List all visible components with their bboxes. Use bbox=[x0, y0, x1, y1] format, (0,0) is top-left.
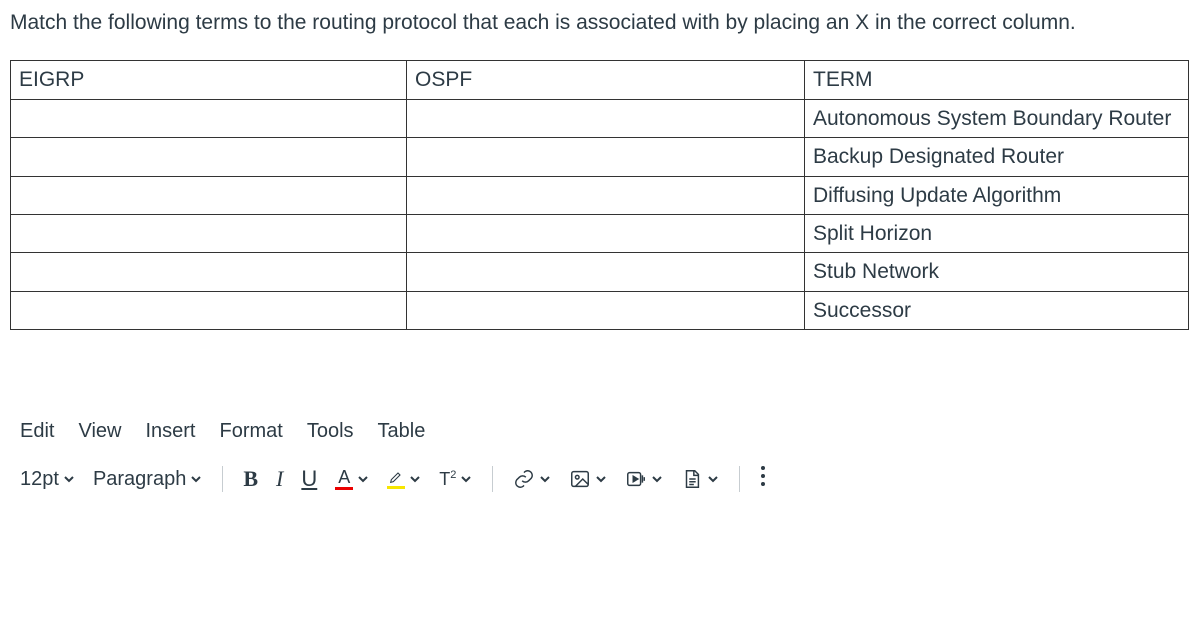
terms-table: EIGRP OSPF TERM Autonomous System Bounda… bbox=[10, 60, 1189, 330]
menu-insert[interactable]: Insert bbox=[145, 420, 195, 443]
cell-term: Diffusing Update Algorithm bbox=[805, 176, 1189, 214]
toolbar-separator bbox=[739, 466, 740, 492]
question-text: Match the following terms to the routing… bbox=[10, 8, 1190, 38]
chevron-down-icon bbox=[707, 473, 719, 485]
chevron-down-icon bbox=[460, 473, 472, 485]
menu-tools[interactable]: Tools bbox=[307, 420, 354, 443]
font-size-select[interactable]: 12pt bbox=[20, 466, 75, 492]
chevron-down-icon bbox=[357, 473, 369, 485]
toolbar-separator bbox=[222, 466, 223, 492]
menu-table[interactable]: Table bbox=[378, 420, 426, 443]
table-row: Successor bbox=[11, 291, 1189, 329]
document-icon bbox=[681, 468, 703, 490]
chevron-down-icon bbox=[651, 473, 663, 485]
chevron-down-icon bbox=[595, 473, 607, 485]
rich-text-editor: Edit View Insert Format Tools Table 12pt… bbox=[10, 420, 1190, 493]
cell-term: Split Horizon bbox=[805, 215, 1189, 253]
cell-eigrp[interactable] bbox=[11, 176, 407, 214]
media-icon bbox=[625, 468, 647, 490]
editor-menubar: Edit View Insert Format Tools Table bbox=[20, 420, 1190, 443]
image-icon bbox=[569, 468, 591, 490]
highlighter-icon bbox=[388, 469, 404, 485]
chevron-down-icon bbox=[63, 473, 75, 485]
highlight-color-button[interactable] bbox=[387, 466, 421, 492]
cell-term: Backup Designated Router bbox=[805, 138, 1189, 176]
chevron-down-icon bbox=[409, 473, 421, 485]
italic-button[interactable]: I bbox=[276, 466, 283, 492]
chevron-down-icon bbox=[190, 473, 202, 485]
toolbar-separator bbox=[492, 466, 493, 492]
cell-eigrp[interactable] bbox=[11, 291, 407, 329]
cell-term: Stub Network bbox=[805, 253, 1189, 291]
superscript-button[interactable]: T2 bbox=[439, 466, 472, 492]
more-options-button[interactable] bbox=[760, 465, 766, 493]
menu-edit[interactable]: Edit bbox=[20, 420, 54, 443]
menu-view[interactable]: View bbox=[78, 420, 121, 443]
editor-toolbar: 12pt Paragraph B I U A bbox=[20, 465, 1190, 493]
table-row: Autonomous System Boundary Router bbox=[11, 99, 1189, 137]
table-header-row: EIGRP OSPF TERM bbox=[11, 61, 1189, 99]
link-button[interactable] bbox=[513, 466, 551, 492]
header-term: TERM bbox=[805, 61, 1189, 99]
cell-ospf[interactable] bbox=[407, 99, 805, 137]
more-vertical-icon bbox=[760, 465, 766, 493]
text-color-letter: A bbox=[338, 468, 350, 486]
header-ospf: OSPF bbox=[407, 61, 805, 99]
highlight-color-bar bbox=[387, 486, 405, 489]
block-format-label: Paragraph bbox=[93, 468, 186, 491]
chevron-down-icon bbox=[539, 473, 551, 485]
table-row: Stub Network bbox=[11, 253, 1189, 291]
header-eigrp: EIGRP bbox=[11, 61, 407, 99]
cell-eigrp[interactable] bbox=[11, 99, 407, 137]
link-icon bbox=[513, 468, 535, 490]
menu-format[interactable]: Format bbox=[220, 420, 283, 443]
cell-ospf[interactable] bbox=[407, 176, 805, 214]
table-row: Backup Designated Router bbox=[11, 138, 1189, 176]
superscript-base: T bbox=[439, 469, 450, 490]
text-color-bar bbox=[335, 487, 353, 490]
cell-term: Autonomous System Boundary Router bbox=[805, 99, 1189, 137]
font-size-label: 12pt bbox=[20, 468, 59, 491]
bold-button[interactable]: B bbox=[243, 466, 258, 492]
cell-term: Successor bbox=[805, 291, 1189, 329]
text-color-button[interactable]: A bbox=[335, 466, 369, 492]
table-row: Split Horizon bbox=[11, 215, 1189, 253]
media-button[interactable] bbox=[625, 466, 663, 492]
cell-eigrp[interactable] bbox=[11, 215, 407, 253]
cell-ospf[interactable] bbox=[407, 215, 805, 253]
document-button[interactable] bbox=[681, 466, 719, 492]
underline-button[interactable]: U bbox=[301, 466, 317, 492]
table-row: Diffusing Update Algorithm bbox=[11, 176, 1189, 214]
cell-eigrp[interactable] bbox=[11, 138, 407, 176]
image-button[interactable] bbox=[569, 466, 607, 492]
superscript-exp: 2 bbox=[450, 469, 456, 481]
cell-ospf[interactable] bbox=[407, 138, 805, 176]
cell-eigrp[interactable] bbox=[11, 253, 407, 291]
block-format-select[interactable]: Paragraph bbox=[93, 466, 202, 492]
cell-ospf[interactable] bbox=[407, 291, 805, 329]
cell-ospf[interactable] bbox=[407, 253, 805, 291]
